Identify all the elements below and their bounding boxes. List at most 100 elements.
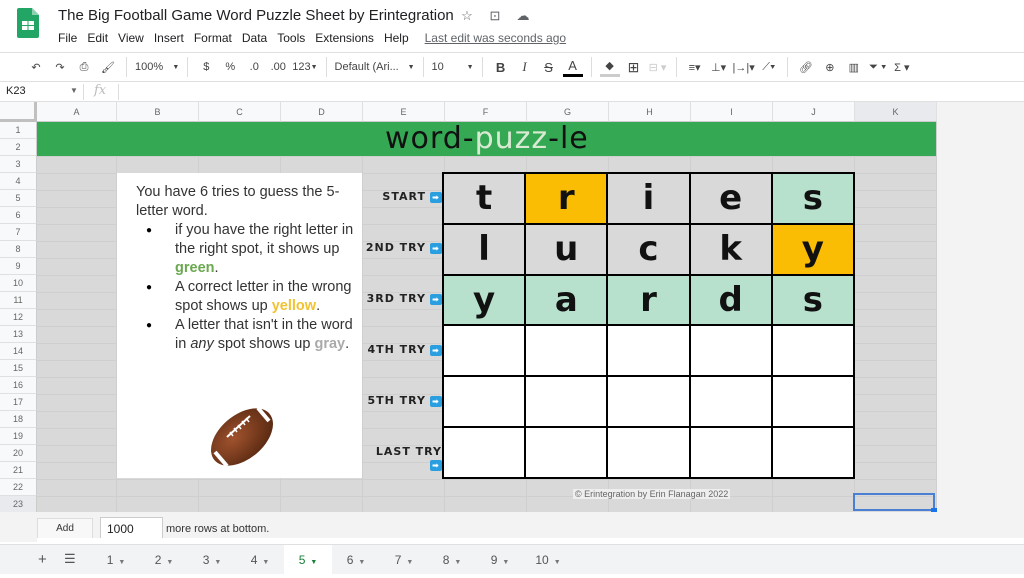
row-header-3[interactable]: 3 [0,156,37,173]
letter-tile[interactable] [690,377,771,427]
percent-format-button[interactable]: % [220,55,240,79]
currency-format-button[interactable]: $ [196,55,216,79]
star-icon[interactable]: ☆ [458,8,476,24]
sheet-tab-6[interactable]: 6 ▼ [332,545,380,575]
row-header-23[interactable]: 23 [0,496,37,513]
letter-tile[interactable] [772,428,853,477]
letter-tile[interactable] [526,428,607,477]
redo-icon[interactable]: ↷ [50,55,70,79]
chevron-down-icon[interactable]: ▼ [406,559,413,566]
more-formats-button[interactable]: 123 ▼ [292,55,317,79]
insert-link-icon[interactable]: 🔗︎ [796,55,816,79]
letter-tile[interactable] [772,326,853,376]
letter-tile[interactable] [526,377,607,427]
column-header-k[interactable]: K [855,102,937,122]
selected-cell-k23[interactable] [853,493,935,511]
select-all-corner[interactable] [0,102,37,122]
move-to-folder-icon[interactable]: ⊡ [486,8,504,24]
row-header-8[interactable]: 8 [0,241,37,258]
letter-tile[interactable] [526,326,607,376]
text-color-button[interactable]: A [562,57,583,77]
text-wrap-icon[interactable]: |→|▾ [733,55,755,79]
increase-decimals-button[interactable]: .00 [268,55,288,79]
row-header-4[interactable]: 4 [0,173,37,190]
menu-edit[interactable]: Edit [87,31,108,45]
vertical-align-icon[interactable]: ⊥▾ [709,55,729,79]
sheet-tab-3[interactable]: 3 ▼ [188,545,236,575]
chevron-down-icon[interactable]: ▼ [70,86,78,95]
letter-tile[interactable]: k [690,224,771,274]
italic-button[interactable]: I [515,55,535,79]
column-header-j[interactable]: J [773,102,855,122]
letter-tile[interactable]: c [608,224,689,274]
cloud-status-icon[interactable]: ☁ [514,8,532,24]
add-sheet-icon[interactable]: + [38,551,47,568]
menu-format[interactable]: Format [194,31,232,45]
chevron-down-icon[interactable]: ▼ [454,559,461,566]
row-header-13[interactable]: 13 [0,326,37,343]
chevron-down-icon[interactable]: ▼ [310,559,317,566]
letter-tile[interactable] [772,377,853,427]
row-header-17[interactable]: 17 [0,394,37,411]
row-header-1[interactable]: 1 [0,122,37,139]
letter-tile[interactable]: u [526,224,607,274]
sheet-tab-9[interactable]: 9 ▼ [476,545,524,575]
column-header-e[interactable]: E [363,102,445,122]
column-header-d[interactable]: D [281,102,363,122]
document-title[interactable]: The Big Football Game Word Puzzle Sheet … [58,7,454,24]
letter-tile[interactable] [444,377,525,427]
letter-tile[interactable] [444,428,525,477]
row-header-15[interactable]: 15 [0,360,37,377]
last-edit-link[interactable]: Last edit was seconds ago [425,31,566,45]
sheet-tab-7[interactable]: 7 ▼ [380,545,428,575]
menu-file[interactable]: File [58,31,77,45]
insert-chart-icon[interactable]: ▥ [844,55,864,79]
row-header-12[interactable]: 12 [0,309,37,326]
letter-tile[interactable]: a [526,275,607,325]
row-header-7[interactable]: 7 [0,224,37,241]
letter-tile[interactable]: y [444,275,525,325]
strikethrough-button[interactable]: S [539,55,559,79]
letter-tile[interactable] [690,326,771,376]
horizontal-align-icon[interactable]: ≡▾ [685,55,705,79]
row-header-16[interactable]: 16 [0,377,37,394]
row-header-14[interactable]: 14 [0,343,37,360]
letter-tile[interactable] [608,326,689,376]
letter-tile[interactable]: l [444,224,525,274]
letter-tile[interactable]: s [772,174,853,223]
fill-color-icon[interactable]: ◆ [599,57,620,77]
add-rows-button[interactable]: Add [37,518,93,540]
filter-icon[interactable]: ⏷ ▾ [868,55,888,79]
chevron-down-icon[interactable]: ▼ [554,559,561,566]
column-header-b[interactable]: B [117,102,199,122]
sheet-tab-5[interactable]: 5 ▼ [284,545,332,575]
chevron-down-icon[interactable]: ▼ [166,559,173,566]
column-header-h[interactable]: H [609,102,691,122]
row-header-10[interactable]: 10 [0,275,37,292]
sheet-tab-4[interactable]: 4 ▼ [236,545,284,575]
letter-tile[interactable] [690,428,771,477]
sheet-tab-10[interactable]: 10 ▼ [524,545,572,575]
font-size-select[interactable]: 10 ▼ [432,55,474,79]
sheets-logo-icon[interactable] [17,8,39,38]
column-header-i[interactable]: I [691,102,773,122]
chevron-down-icon[interactable]: ▼ [262,559,269,566]
row-header-21[interactable]: 21 [0,462,37,479]
zoom-select[interactable]: 100% ▼ [135,55,179,79]
undo-icon[interactable]: ↶ [26,55,46,79]
sheet-tab-2[interactable]: 2 ▼ [140,545,188,575]
letter-tile[interactable]: r [526,174,607,223]
paint-format-icon[interactable]: 🖌︎ [98,55,118,79]
row-header-11[interactable]: 11 [0,292,37,309]
borders-icon[interactable]: ⊞ [624,55,644,79]
insert-comment-icon[interactable]: ⊕ [820,55,840,79]
decrease-decimals-button[interactable]: .0 [244,55,264,79]
menu-view[interactable]: View [118,31,144,45]
letter-tile[interactable] [608,377,689,427]
menu-extensions[interactable]: Extensions [315,31,374,45]
letter-tile[interactable]: e [690,174,771,223]
row-header-5[interactable]: 5 [0,190,37,207]
letter-tile[interactable]: d [690,275,771,325]
row-header-6[interactable]: 6 [0,207,37,224]
merge-cells-icon[interactable]: ⊟ ▾ [648,55,668,79]
